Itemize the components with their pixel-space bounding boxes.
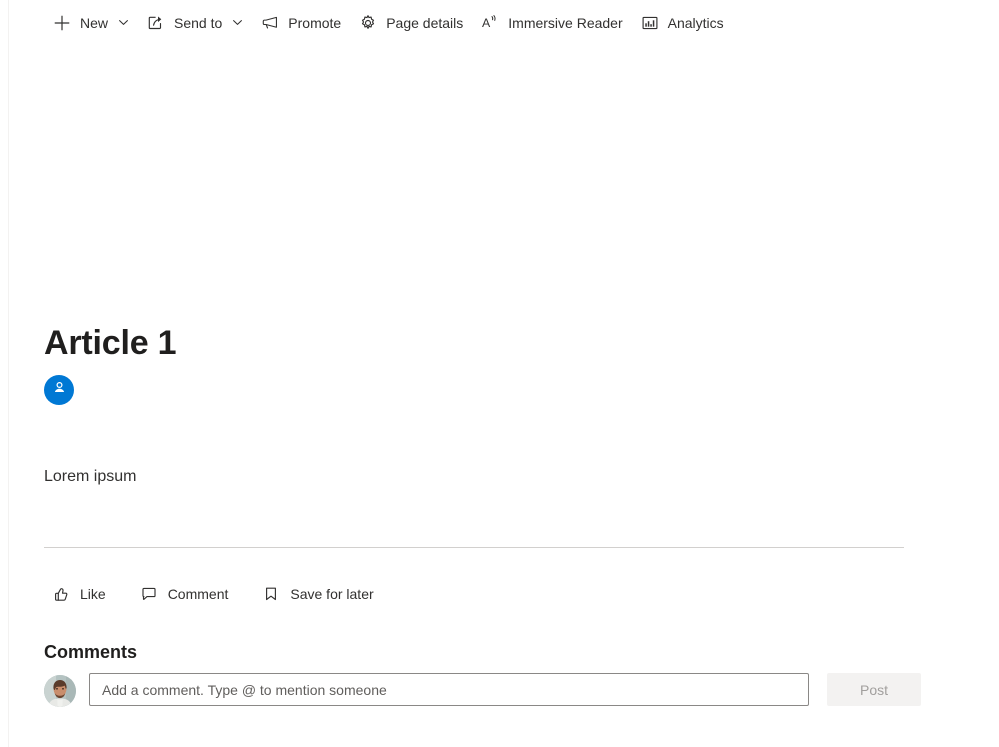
command-send-to-button[interactable]: Send to	[138, 3, 252, 43]
command-send-to-label: Send to	[174, 14, 223, 31]
command-promote-label: Promote	[288, 14, 342, 31]
comment-input[interactable]	[89, 673, 809, 706]
avatar-photo	[44, 675, 76, 707]
page-canvas: Article 1 Lorem ipsum Like Comment Save …	[9, 45, 999, 747]
bookmark-icon	[262, 585, 280, 603]
command-promote-button[interactable]: Promote	[252, 3, 350, 43]
save-for-later-button[interactable]: Save for later	[254, 578, 385, 610]
page-body-text: Lorem ipsum	[44, 468, 137, 485]
comment-label: Comment	[167, 586, 229, 602]
comments-heading: Comments	[44, 641, 138, 662]
command-immersive-reader-label: Immersive Reader	[508, 14, 623, 31]
comment-composer: Post	[44, 673, 921, 707]
gear-icon	[359, 14, 377, 32]
send-to-icon	[147, 14, 165, 32]
immersive-reader-icon: A	[481, 14, 499, 32]
svg-text:A: A	[482, 16, 491, 30]
megaphone-icon	[261, 14, 279, 32]
save-for-later-label: Save for later	[290, 586, 374, 602]
post-comment-button[interactable]: Post	[827, 673, 921, 706]
content-divider	[44, 547, 904, 548]
analytics-icon	[641, 14, 659, 32]
chevron-down-icon	[117, 17, 129, 29]
chevron-down-icon	[231, 17, 243, 29]
user-photo-avatar[interactable]	[44, 675, 76, 707]
plus-icon	[53, 14, 71, 32]
command-new-button[interactable]: New	[44, 3, 138, 43]
like-label: Like	[80, 586, 106, 602]
command-page-details-button[interactable]: Page details	[350, 3, 472, 43]
command-immersive-reader-button[interactable]: A Immersive Reader	[472, 3, 631, 43]
command-page-details-label: Page details	[386, 14, 464, 31]
like-button[interactable]: Like	[44, 578, 118, 610]
avatar[interactable]	[44, 375, 74, 405]
command-bar: New Send to Promote Page details A Immer…	[9, 0, 999, 45]
social-action-bar: Like Comment Save for later	[44, 578, 400, 610]
command-analytics-button[interactable]: Analytics	[632, 3, 733, 43]
comment-button[interactable]: Comment	[132, 578, 241, 610]
speech-bubble-icon	[140, 585, 158, 603]
author-row	[44, 375, 74, 405]
command-new-label: New	[80, 14, 109, 31]
thumbs-up-icon	[52, 585, 70, 603]
person-icon	[51, 379, 68, 401]
command-analytics-label: Analytics	[667, 14, 724, 31]
page-title: Article 1	[44, 323, 177, 362]
